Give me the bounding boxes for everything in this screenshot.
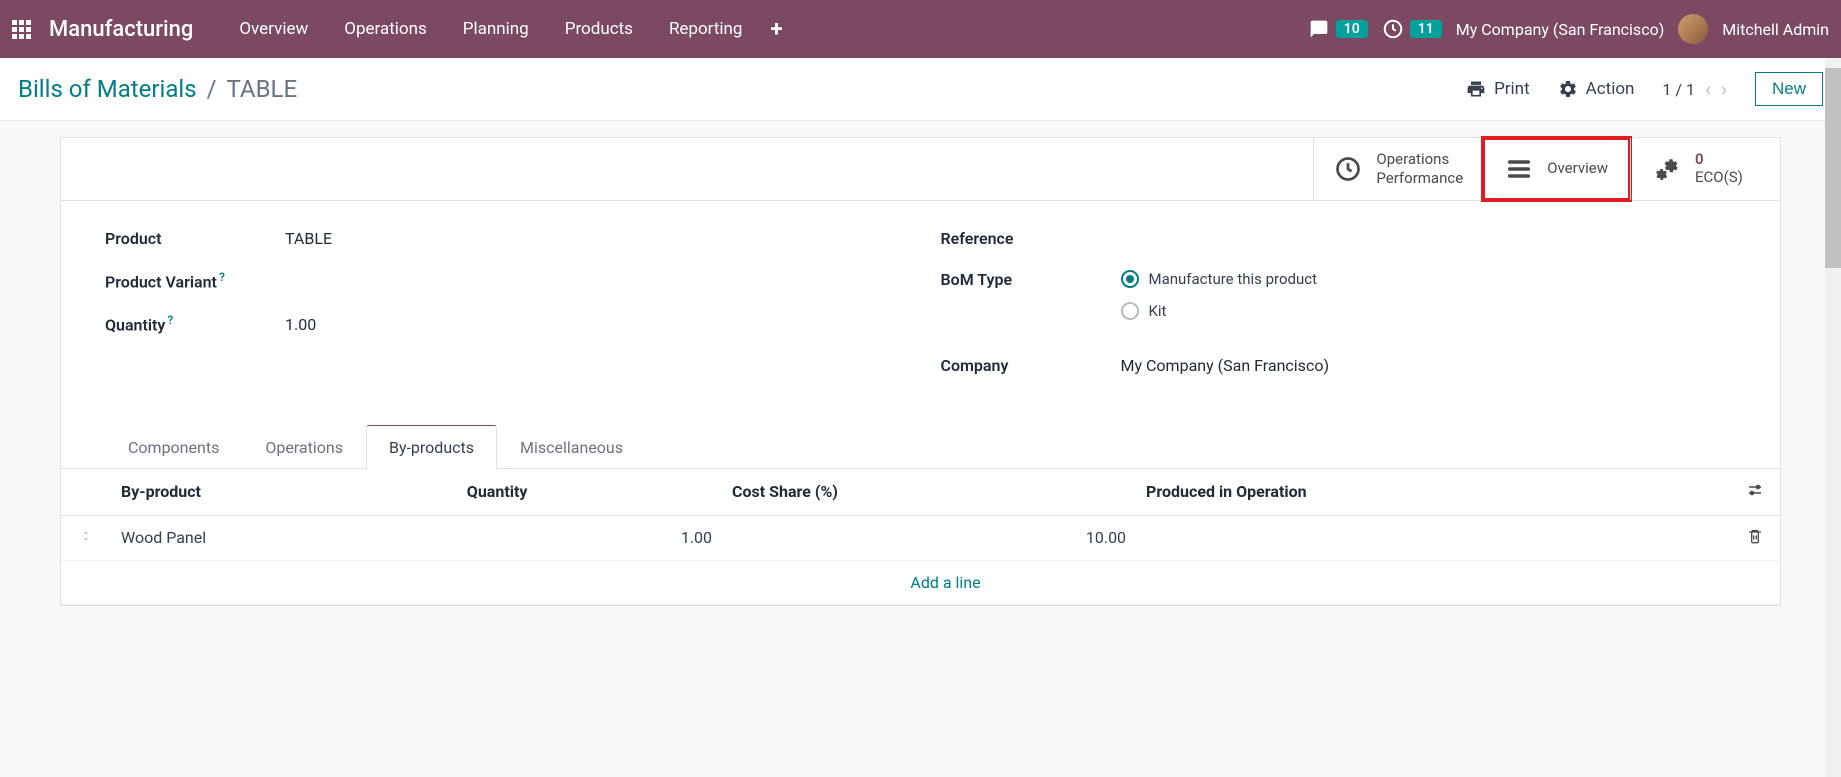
tab-by-products[interactable]: By-products xyxy=(366,425,497,469)
breadcrumb-separator: / xyxy=(207,75,217,103)
brand-title[interactable]: Manufacturing xyxy=(49,17,193,42)
bom-type-label: BoM Type xyxy=(941,270,1121,289)
notebook-tabs: Components Operations By-products Miscel… xyxy=(61,425,1780,469)
gear-icon xyxy=(1558,79,1578,99)
stat-ecos-count: 0 xyxy=(1695,150,1743,168)
stat-overview[interactable]: Overview xyxy=(1481,136,1632,202)
radio-checked-icon xyxy=(1121,270,1139,288)
cell-cost[interactable]: 10.00 xyxy=(722,515,1136,560)
bom-type-kit[interactable]: Kit xyxy=(1121,302,1318,320)
byproducts-table: By-product Quantity Cost Share (%) Produ… xyxy=(61,469,1780,605)
form-body: Product TABLE Product Variant? Quantity?… xyxy=(61,201,1780,397)
tab-components[interactable]: Components xyxy=(105,425,242,469)
bom-opt2-label: Kit xyxy=(1149,302,1167,320)
messages-count: 10 xyxy=(1336,20,1368,38)
company-value[interactable]: My Company (San Francisco) xyxy=(1121,356,1330,375)
pager-prev-icon[interactable]: ‹ xyxy=(1705,77,1711,101)
table-row[interactable]: Wood Panel 1.00 10.00 xyxy=(61,515,1780,560)
th-cost-share[interactable]: Cost Share (%) xyxy=(722,469,1136,516)
company-selector[interactable]: My Company (San Francisco) xyxy=(1456,20,1665,39)
nav-reporting[interactable]: Reporting xyxy=(651,0,761,58)
columns-settings-icon[interactable] xyxy=(1746,481,1764,499)
action-label: Action xyxy=(1586,79,1635,99)
tab-miscellaneous[interactable]: Miscellaneous xyxy=(497,425,646,469)
clock-icon xyxy=(1334,155,1362,183)
stat-ops-l1: Operations xyxy=(1376,150,1463,169)
quantity-label: Quantity? xyxy=(105,313,285,334)
action-button[interactable]: Action xyxy=(1558,79,1635,99)
stat-ecos-label: ECO(S) xyxy=(1695,168,1743,187)
breadcrumb-parent[interactable]: Bills of Materials xyxy=(18,75,197,103)
reference-label: Reference xyxy=(941,229,1121,248)
th-byproduct[interactable]: By-product xyxy=(111,469,457,516)
control-panel: Bills of Materials / TABLE Print Action … xyxy=(0,58,1841,121)
pager-next-icon[interactable]: › xyxy=(1721,77,1727,101)
breadcrumb-current: TABLE xyxy=(227,75,298,103)
list-icon xyxy=(1505,155,1533,183)
cell-qty[interactable]: 1.00 xyxy=(457,515,722,560)
th-quantity[interactable]: Quantity xyxy=(457,469,722,516)
nav-overview[interactable]: Overview xyxy=(221,0,326,58)
add-line-row[interactable]: Add a line xyxy=(61,560,1780,604)
add-line-link[interactable]: Add a line xyxy=(910,573,980,592)
stat-ecos[interactable]: 0 ECO(S) xyxy=(1630,138,1780,200)
radio-unchecked-icon xyxy=(1121,302,1139,320)
cell-byproduct[interactable]: Wood Panel xyxy=(111,515,457,560)
th-produced-in[interactable]: Produced in Operation xyxy=(1136,469,1730,516)
apps-icon[interactable] xyxy=(12,20,31,39)
bom-type-manufacture[interactable]: Manufacture this product xyxy=(1121,270,1318,288)
variant-label: Product Variant? xyxy=(105,270,285,291)
company-label: Company xyxy=(941,356,1121,375)
nav-links: Overview Operations Planning Products Re… xyxy=(221,0,760,58)
activities-count: 11 xyxy=(1410,20,1442,38)
messages-button[interactable]: 10 xyxy=(1308,19,1368,39)
scroll-thumb[interactable] xyxy=(1825,68,1841,268)
product-value[interactable]: TABLE xyxy=(285,229,332,248)
print-icon xyxy=(1466,79,1486,99)
user-menu[interactable]: Mitchell Admin xyxy=(1722,20,1829,39)
bom-opt1-label: Manufacture this product xyxy=(1149,270,1318,288)
form-sheet: Operations Performance Overview 0 ECO(S) xyxy=(60,137,1781,606)
nav-products[interactable]: Products xyxy=(547,0,651,58)
top-navbar: Manufacturing Overview Operations Planni… xyxy=(0,0,1841,58)
nav-right: 10 11 My Company (San Francisco) Mitchel… xyxy=(1308,14,1829,44)
stat-ops-l2: Performance xyxy=(1376,169,1463,188)
stat-button-row: Operations Performance Overview 0 ECO(S) xyxy=(61,138,1780,201)
stat-overview-label: Overview xyxy=(1547,159,1608,178)
print-button[interactable]: Print xyxy=(1466,79,1530,99)
gears-icon xyxy=(1651,154,1681,184)
tab-operations[interactable]: Operations xyxy=(242,425,366,469)
print-label: Print xyxy=(1494,79,1530,99)
table-header-row: By-product Quantity Cost Share (%) Produ… xyxy=(61,469,1780,516)
clock-icon xyxy=(1382,18,1404,40)
new-button[interactable]: New xyxy=(1755,72,1823,106)
chat-icon xyxy=(1308,19,1330,39)
plus-icon[interactable]: + xyxy=(770,0,782,58)
stat-operations-performance[interactable]: Operations Performance xyxy=(1313,138,1483,200)
pager-value[interactable]: 1 / 1 xyxy=(1662,80,1695,99)
trash-icon[interactable] xyxy=(1747,528,1763,544)
pager: 1 / 1 ‹ › xyxy=(1662,77,1727,101)
product-label: Product xyxy=(105,229,285,248)
help-icon[interactable]: ? xyxy=(219,270,225,284)
nav-planning[interactable]: Planning xyxy=(445,0,547,58)
drag-handle-icon[interactable] xyxy=(79,529,93,543)
activities-button[interactable]: 11 xyxy=(1382,18,1442,40)
nav-operations[interactable]: Operations xyxy=(326,0,445,58)
quantity-value[interactable]: 1.00 xyxy=(285,315,316,334)
main-content: Operations Performance Overview 0 ECO(S) xyxy=(0,121,1841,646)
cell-op[interactable] xyxy=(1136,515,1730,560)
avatar[interactable] xyxy=(1678,14,1708,44)
help-icon[interactable]: ? xyxy=(167,313,173,327)
vertical-scrollbar[interactable] xyxy=(1825,58,1841,777)
